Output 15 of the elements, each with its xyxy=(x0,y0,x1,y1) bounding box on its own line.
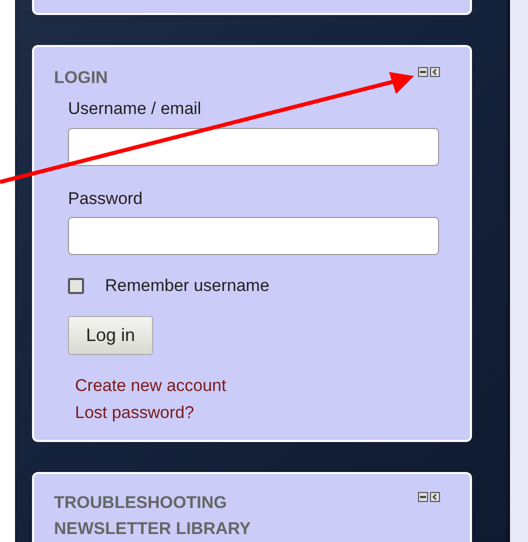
login-button[interactable]: Log in xyxy=(68,316,153,355)
dock-icon[interactable] xyxy=(430,492,440,502)
input-field[interactable] xyxy=(68,128,439,166)
checkbox[interactable] xyxy=(68,278,84,294)
link[interactable]: Create new account xyxy=(75,374,440,396)
dock-icon[interactable] xyxy=(430,66,440,77)
block-title: LOGIN xyxy=(54,66,108,89)
collapse-icon[interactable] xyxy=(418,492,428,502)
link[interactable]: Lost password? xyxy=(75,402,440,423)
checkbox-label: Remember username xyxy=(105,275,270,298)
input-field[interactable] xyxy=(68,217,439,256)
field-label: Username / email xyxy=(68,98,202,120)
collapse-icon[interactable] xyxy=(418,66,428,77)
block-title: TROUBLESHOOTING NEWSLETTER LIBRARY xyxy=(54,492,252,540)
field-label: Password xyxy=(68,188,144,210)
